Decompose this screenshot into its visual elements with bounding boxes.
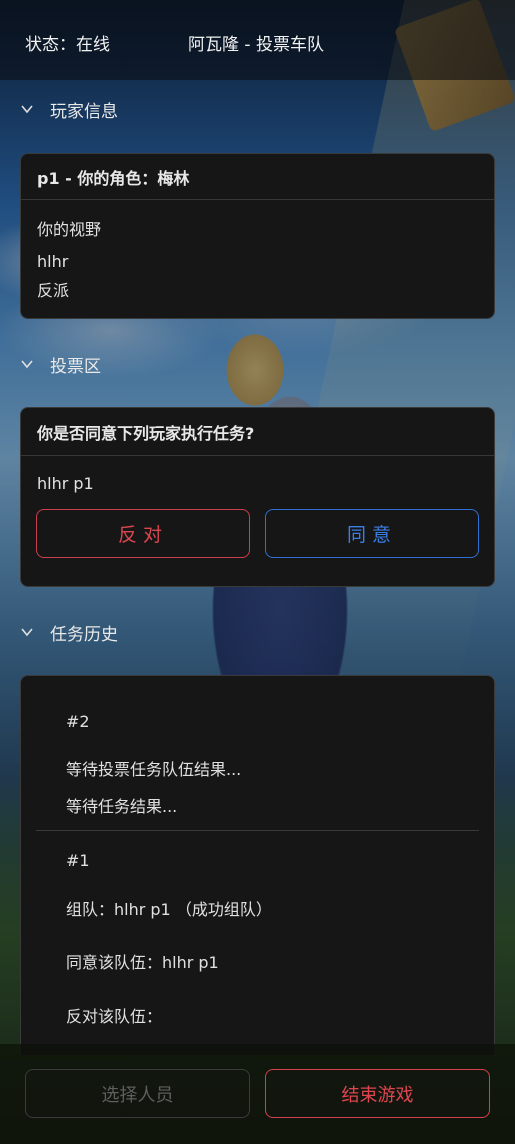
- oppose-button[interactable]: 反对: [36, 509, 250, 558]
- agree-button[interactable]: 同意: [265, 509, 479, 558]
- chevron-down-icon: [20, 357, 34, 371]
- history-agree: 同意该队伍：hlhr p1: [66, 953, 219, 972]
- history-oppose: 反对该队伍：: [66, 1007, 163, 1026]
- player-info-card: p1 - 你的角色：梅林 你的视野 hlhr 反派: [20, 153, 495, 319]
- history-team: 组队：hlhr p1 （成功组队）: [66, 900, 272, 919]
- chevron-down-icon: [20, 625, 34, 639]
- page-title: 阿瓦隆 - 投票车队: [188, 35, 324, 55]
- history-entry-status: 等待投票任务队伍结果...: [66, 760, 242, 779]
- player-info-title: 玩家信息: [50, 101, 118, 122]
- role-heading: p1 - 你的角色：梅林: [21, 154, 494, 200]
- vote-question: 你是否同意下列玩家执行任务?: [21, 408, 494, 456]
- player-info-toggle[interactable]: 玩家信息: [20, 98, 118, 122]
- connection-status: 状态：在线: [25, 35, 110, 55]
- history-section-toggle[interactable]: 任务历史: [20, 621, 118, 645]
- select-players-button[interactable]: 选择人员: [25, 1069, 250, 1118]
- history-divider: [36, 830, 479, 831]
- history-section-title: 任务历史: [50, 624, 118, 645]
- history-entry-status: 等待任务结果...: [66, 797, 178, 816]
- history-card: #2 等待投票任务队伍结果... 等待任务结果... #1 组队：hlhr p1…: [20, 675, 495, 1055]
- vision-label: 你的视野: [37, 220, 102, 239]
- top-bar: 状态：在线 阿瓦隆 - 投票车队: [0, 0, 515, 80]
- vote-section-title: 投票区: [50, 356, 101, 377]
- history-entry-number: #2: [66, 712, 90, 731]
- history-entry-number: #1: [66, 851, 90, 870]
- vote-card: 你是否同意下列玩家执行任务? hlhr p1: [20, 407, 495, 587]
- proposed-team: hlhr p1: [37, 474, 94, 493]
- vision-player: hlhr: [37, 252, 69, 271]
- vote-section-toggle[interactable]: 投票区: [20, 353, 101, 377]
- chevron-down-icon: [20, 102, 34, 116]
- end-game-button[interactable]: 结束游戏: [265, 1069, 490, 1118]
- vision-faction: 反派: [37, 281, 70, 300]
